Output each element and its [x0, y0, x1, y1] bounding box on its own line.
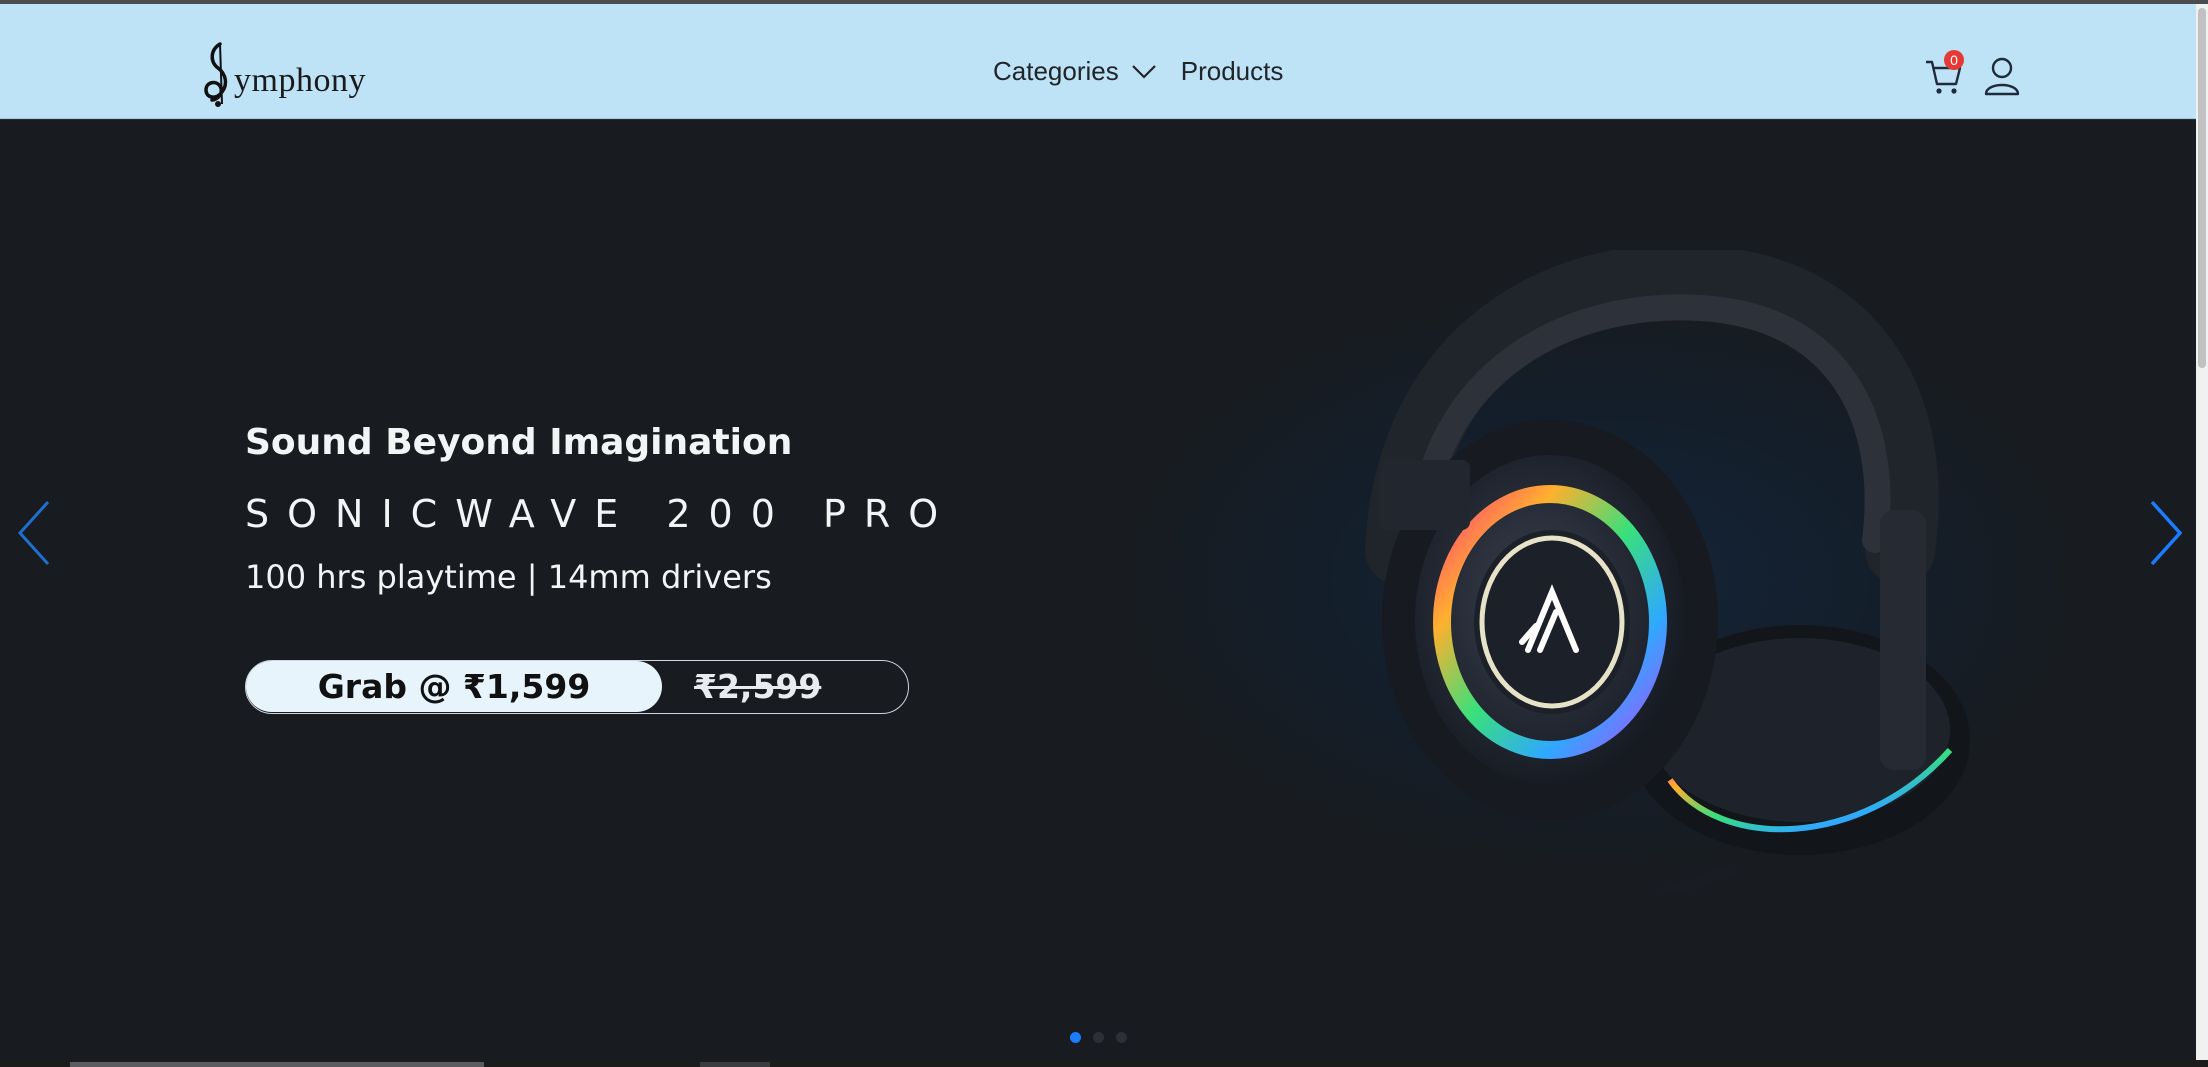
chevron-left-icon: [17, 500, 50, 566]
carousel-dot-3[interactable]: [1116, 1032, 1127, 1043]
navbar: ymphony Categories Products 0: [0, 4, 2196, 119]
carousel-dot-1[interactable]: [1070, 1032, 1081, 1043]
cart-count-badge: 0: [1944, 50, 1964, 70]
carousel-next-button[interactable]: [2146, 498, 2186, 573]
hero-tagline: Sound Beyond Imagination: [245, 422, 793, 463]
original-price: ₹2,599: [694, 667, 822, 706]
user-icon: [1984, 57, 2020, 96]
main-nav: Categories Products: [993, 56, 1283, 87]
headphones-image: [1365, 250, 1970, 890]
price-cta-button[interactable]: Grab @ ₹1,599 ₹2,599: [245, 660, 909, 714]
nav-categories[interactable]: Categories: [993, 56, 1119, 87]
nav-products[interactable]: Products: [1181, 56, 1284, 87]
horizontal-scroll-segment: [700, 1062, 770, 1067]
carousel-dot-2[interactable]: [1093, 1032, 1104, 1043]
brand-logo[interactable]: ymphony: [200, 40, 370, 108]
carousel-prev-button[interactable]: [14, 498, 54, 573]
horizontal-scroll-thumb[interactable]: [70, 1062, 484, 1067]
hero-carousel: Sound Beyond Imagination SONICWAVE 200 P…: [0, 120, 2196, 1060]
cart-button[interactable]: 0: [1924, 50, 1964, 96]
hero-specs: 100 hrs playtime | 14mm drivers: [245, 558, 772, 596]
scrollbar-thumb[interactable]: [2198, 8, 2206, 368]
carousel-indicators: [1070, 1032, 1127, 1043]
account-button[interactable]: [1984, 56, 2020, 96]
hero-product-name: SONICWAVE 200 PRO: [245, 492, 957, 536]
chevron-down-icon[interactable]: [1131, 64, 1157, 80]
sale-price: Grab @ ₹1,599: [246, 661, 662, 712]
chevron-right-icon: [2150, 500, 2183, 566]
brand-name: ymphony: [234, 62, 366, 99]
